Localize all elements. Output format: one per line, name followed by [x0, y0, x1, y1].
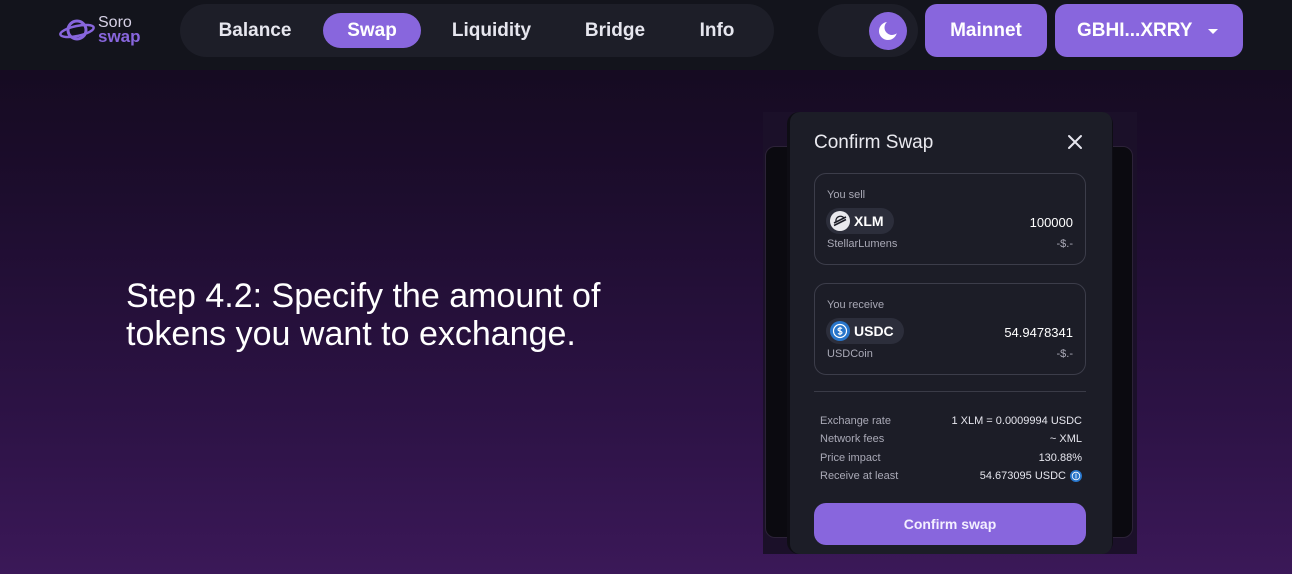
receive-label: You receive [827, 299, 885, 311]
nav-tabs: Balance Swap Liquidity Bridge Info [180, 4, 774, 57]
network-button[interactable]: Mainnet [925, 4, 1047, 57]
tab-info[interactable]: Info [683, 13, 751, 48]
logo-text-swap: swap [98, 27, 141, 46]
sell-amount: 100000 [1029, 215, 1073, 230]
sell-box: You sell XLM 100000 StellarLumens -$.- [814, 173, 1086, 265]
detail-value: 130.88% [1038, 452, 1082, 464]
detail-value: 1 XLM = 0.0009994 USDC [951, 415, 1082, 427]
wallet-button[interactable]: GBHI...XRRY [1055, 4, 1243, 57]
close-icon[interactable] [1067, 134, 1083, 150]
usdc-icon [1070, 470, 1082, 482]
chevron-down-icon [1208, 29, 1218, 34]
soroswap-logo[interactable]: Soro swap [58, 14, 158, 48]
wallet-address: GBHI...XRRY [1077, 20, 1193, 41]
tab-liquidity[interactable]: Liquidity [439, 13, 544, 48]
detail-price-impact: Price impact 130.88% [820, 452, 1082, 466]
sell-token-chip[interactable]: XLM [826, 208, 894, 234]
usdc-icon [830, 321, 850, 341]
receive-box: You receive USDC 54.9478341 USDCoin -$.- [814, 283, 1086, 375]
detail-exchange-rate: Exchange rate 1 XLM = 0.0009994 USDC [820, 415, 1082, 429]
receive-token-name: USDCoin [827, 348, 873, 360]
detail-value: 54.673095 USDC [979, 470, 1066, 482]
top-navbar: Soro swap Balance Swap Liquidity Bridge … [0, 0, 1292, 70]
sell-token-name: StellarLumens [827, 238, 898, 250]
receive-token-symbol: USDC [854, 323, 894, 339]
tab-balance[interactable]: Balance [201, 13, 309, 48]
detail-network-fees: Network fees ~ XML [820, 433, 1082, 447]
sell-token-symbol: XLM [854, 213, 884, 229]
detail-value: ~ XML [1049, 433, 1082, 445]
tab-swap[interactable]: Swap [323, 13, 421, 48]
receive-token-chip[interactable]: USDC [826, 318, 904, 344]
detail-label: Receive at least [820, 470, 899, 482]
divider [814, 391, 1086, 392]
detail-receive-at-least: Receive at least 54.673095 USDC [820, 470, 1082, 484]
xlm-icon [830, 211, 850, 231]
receive-usd-value: -$.- [1056, 348, 1074, 360]
planet-logo-icon [59, 19, 95, 41]
sell-label: You sell [827, 189, 866, 201]
modal-title: Confirm Swap [814, 132, 934, 153]
detail-label: Price impact [820, 452, 881, 464]
theme-toggle-button[interactable] [869, 12, 907, 50]
moon-icon [879, 21, 898, 40]
detail-label: Exchange rate [820, 415, 891, 427]
confirm-swap-modal: Confirm Swap You sell XLM 100000 Stellar… [790, 112, 1112, 554]
step-instruction: Step 4.2: Specify the amount of tokens y… [126, 277, 601, 353]
confirm-swap-button[interactable]: Confirm swap [814, 503, 1086, 545]
theme-toggle-container [818, 4, 918, 57]
receive-amount: 54.9478341 [1004, 325, 1073, 340]
sell-usd-value: -$.- [1056, 238, 1074, 250]
swap-screenshot: Confirm Swap You sell XLM 100000 Stellar… [763, 112, 1137, 554]
tab-bridge[interactable]: Bridge [569, 13, 661, 48]
detail-label: Network fees [820, 433, 885, 445]
